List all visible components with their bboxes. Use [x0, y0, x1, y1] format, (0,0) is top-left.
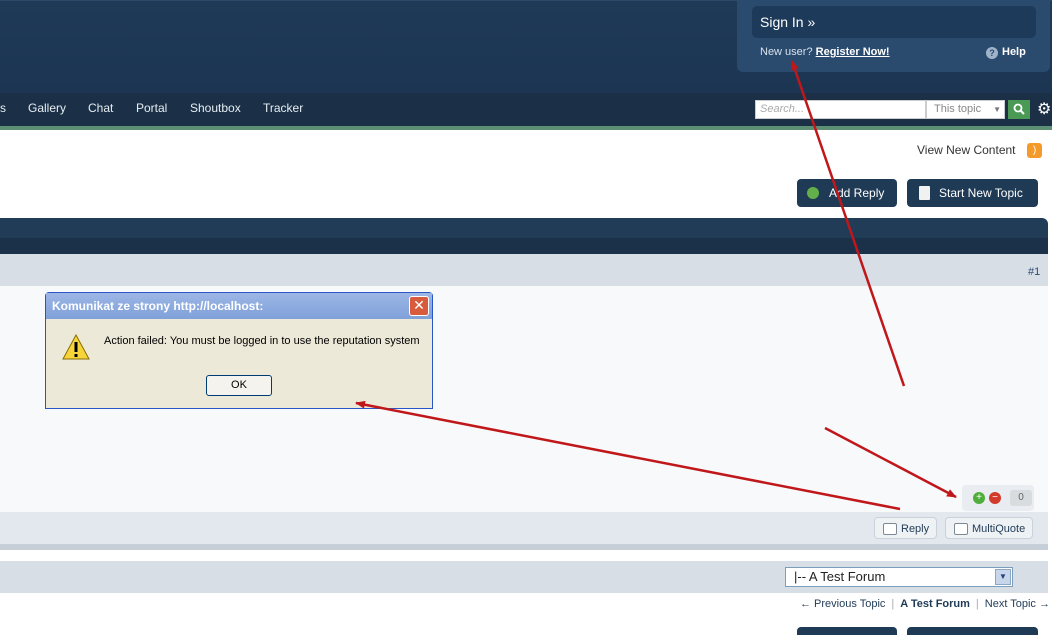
arrow-to-register	[790, 60, 906, 387]
arrow-to-reputation	[824, 426, 957, 499]
arrow-to-dialog	[355, 400, 901, 511]
annotation-arrows	[355, 60, 957, 511]
